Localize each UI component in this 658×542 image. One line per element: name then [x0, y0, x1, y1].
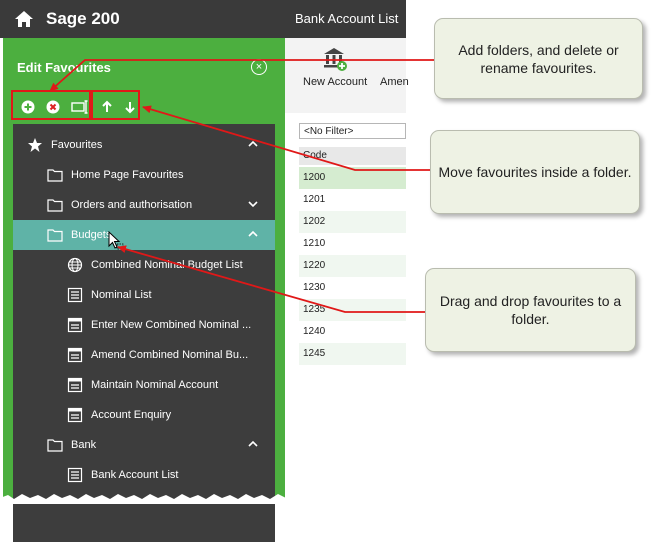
table-row[interactable]: 1245 [299, 343, 406, 365]
form-icon [67, 407, 83, 423]
folder-icon [47, 439, 63, 452]
table-row[interactable]: 1230 [299, 277, 406, 299]
table-row[interactable]: 1200 [299, 167, 406, 189]
bank-account-list: <No Filter> Code 1200 1201 1202 1210 122… [285, 113, 406, 504]
table-row[interactable]: 1220 [299, 255, 406, 277]
highlight-move-buttons [91, 90, 140, 120]
title-bar: Sage 200 Bank Account List [0, 0, 406, 38]
column-header-code[interactable]: Code [299, 147, 406, 165]
tree-item-label: Amend Combined Nominal Bu... [91, 349, 249, 361]
form-icon [67, 347, 83, 363]
tree-item-label: Nominal List [91, 289, 152, 301]
drag-cursor-icon [108, 231, 124, 250]
callout-add-folders: Add folders, and delete or rename favour… [434, 18, 643, 99]
chevron-up-icon[interactable] [247, 438, 259, 450]
tree-item-home-page-favourites[interactable]: Home Page Favourites [13, 160, 275, 190]
table-row[interactable]: 1202 [299, 211, 406, 233]
folder-icon [47, 229, 63, 242]
tree-item-bank-account-list[interactable]: Bank Account List [13, 460, 275, 490]
app-title: Sage 200 [46, 9, 120, 28]
window-title: Bank Account List [295, 11, 399, 26]
folder-icon [47, 169, 63, 182]
callout-drag-drop: Drag and drop favourites to a folder. [425, 268, 636, 352]
tree-item-label: Enter New Combined Nominal ... [91, 319, 252, 331]
tree-item-bank[interactable]: Bank [13, 430, 275, 460]
tree-item-account-enquiry[interactable]: Account Enquiry [13, 400, 275, 430]
panel-title: Edit Favourites [17, 60, 111, 75]
favourites-tree: Favourites Home Page Favourites Orders a… [13, 124, 275, 542]
amend-button[interactable]: Amen [380, 76, 409, 88]
table-row[interactable]: 1201 [299, 189, 406, 211]
tree-item-label: Account Enquiry [91, 409, 172, 421]
table-row[interactable]: 1210 [299, 233, 406, 255]
tree-item-label: Orders and authorisation [71, 199, 193, 211]
tree-item-label: Combined Nominal Budget List [91, 259, 243, 271]
chevron-up-icon[interactable] [247, 138, 259, 150]
globe-icon [67, 257, 83, 273]
table-row[interactable]: 1235 [299, 299, 406, 321]
form-icon [67, 377, 83, 393]
tree-item-label: Favourites [51, 139, 103, 151]
tree-item-enter-new-combined-nominal[interactable]: Enter New Combined Nominal ... [13, 310, 275, 340]
close-icon[interactable]: × [251, 59, 267, 75]
tree-item-label: Bank Account List [91, 469, 179, 481]
filter-select[interactable]: <No Filter> [299, 123, 406, 139]
torn-edge [0, 494, 300, 504]
tree-item-nominal-list[interactable]: Nominal List [13, 280, 275, 310]
new-account-button[interactable]: New Account [303, 76, 367, 88]
new-bank-account-icon[interactable] [322, 46, 348, 72]
list-icon [67, 287, 83, 303]
tree-item-favourites[interactable]: Favourites [13, 130, 275, 160]
table-row[interactable]: 1240 [299, 321, 406, 343]
tree-item-amend-combined-nominal-budget[interactable]: Amend Combined Nominal Bu... [13, 340, 275, 370]
tree-item-combined-nominal-budget-list[interactable]: Combined Nominal Budget List [13, 250, 275, 280]
home-icon[interactable] [14, 10, 34, 28]
tree-item-label: Home Page Favourites [71, 169, 184, 181]
highlight-add-delete-rename [11, 90, 91, 120]
chevron-down-icon[interactable] [247, 198, 259, 210]
folder-icon [47, 199, 63, 212]
form-icon [67, 317, 83, 333]
list-icon [67, 467, 83, 483]
chevron-up-icon[interactable] [247, 228, 259, 240]
tree-item-orders-and-authorisation[interactable]: Orders and authorisation [13, 190, 275, 220]
star-icon [28, 138, 42, 152]
tree-item-label: Bank [71, 439, 97, 451]
tree-item-label: Budgets [71, 229, 112, 241]
tree-item-label: Maintain Nominal Account [91, 379, 219, 391]
callout-move-favourites: Move favourites inside a folder. [430, 130, 640, 214]
ribbon: New Account Amen [285, 38, 409, 114]
tree-item-budgets[interactable]: Budgets [13, 220, 275, 250]
tree-item-maintain-nominal-account[interactable]: Maintain Nominal Account [13, 370, 275, 400]
